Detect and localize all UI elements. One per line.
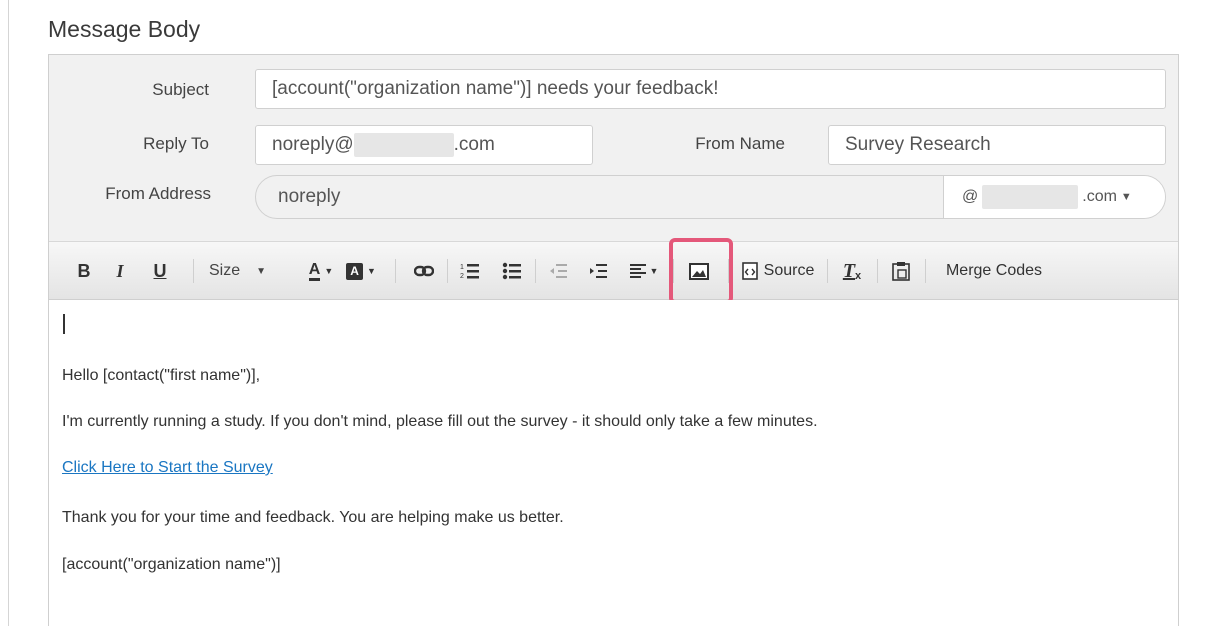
background-color-icon: A xyxy=(346,262,364,280)
caret-down-icon: ▼ xyxy=(649,266,659,276)
message-body-panel: Subject [account("organization name")] n… xyxy=(48,54,1179,626)
section-title: Message Body xyxy=(48,16,201,42)
svg-text:2: 2 xyxy=(460,273,464,280)
greeting-line: Hello [contact("first name")], xyxy=(62,367,261,384)
text-color-button[interactable]: A ▼ xyxy=(301,257,341,285)
from-address-input[interactable]: noreply xyxy=(256,176,943,218)
survey-link[interactable]: Click Here to Start the Survey xyxy=(62,459,273,477)
toolbar-separator xyxy=(395,259,396,283)
thanks-line: Thank you for your time and feedback. Yo… xyxy=(62,509,564,526)
remove-format-icon[interactable]: Tx xyxy=(839,257,865,285)
text-cursor xyxy=(63,314,65,334)
caret-down-icon: ▼ xyxy=(324,266,334,276)
toolbar-separator xyxy=(925,259,926,283)
subject-value: [account("organization name")] needs you… xyxy=(272,78,719,99)
align-left-icon xyxy=(629,264,646,278)
italic-button[interactable]: I xyxy=(109,257,131,285)
reply-to-input[interactable]: noreply@ .com xyxy=(255,125,593,165)
signature-line: [account("organization name")] xyxy=(62,556,281,573)
header-fields: Subject [account("organization name")] n… xyxy=(49,55,1178,242)
size-label: Size xyxy=(209,262,241,279)
redacted-domain xyxy=(982,185,1079,209)
subject-label: Subject xyxy=(152,80,209,99)
link-icon[interactable] xyxy=(409,257,439,285)
caret-down-icon: ▼ xyxy=(367,266,376,276)
source-label: Source xyxy=(763,262,815,279)
size-dropdown[interactable]: Size ▼ xyxy=(209,257,289,285)
bold-button[interactable]: B xyxy=(73,257,95,285)
redacted-domain xyxy=(353,133,454,157)
toolbar-separator xyxy=(193,259,194,283)
text-color-icon: A xyxy=(308,261,321,281)
domain-suffix: .com xyxy=(1082,188,1117,205)
toolbar-separator xyxy=(827,259,828,283)
from-address-value: noreply xyxy=(278,186,341,207)
source-button[interactable]: Source xyxy=(735,257,821,285)
bulleted-list-icon[interactable] xyxy=(497,257,527,285)
outdent-icon[interactable] xyxy=(543,257,573,285)
image-button-highlight xyxy=(669,238,733,304)
from-name-input[interactable]: Survey Research xyxy=(828,125,1166,165)
merge-codes-button[interactable]: Merge Codes xyxy=(937,257,1051,285)
toolbar-separator xyxy=(535,259,536,283)
domain-select[interactable]: @ .com ▼ xyxy=(943,176,1165,218)
background-color-button[interactable]: A ▼ xyxy=(341,257,381,285)
underline-button[interactable]: U xyxy=(149,257,171,285)
subject-input[interactable]: [account("organization name")] needs you… xyxy=(255,69,1166,109)
align-dropdown[interactable]: ▼ xyxy=(623,257,665,285)
svg-text:1: 1 xyxy=(460,264,464,271)
from-name-label: From Name xyxy=(695,134,785,153)
reply-to-suffix: .com xyxy=(453,134,495,155)
toolbar-separator xyxy=(877,259,878,283)
caret-down-icon: ▼ xyxy=(256,265,267,277)
indent-icon[interactable] xyxy=(583,257,613,285)
domain-at: @ xyxy=(962,188,979,205)
paste-icon[interactable] xyxy=(887,257,915,285)
toolbar-separator xyxy=(447,259,448,283)
caret-down-icon: ▼ xyxy=(1120,191,1132,203)
numbered-list-icon[interactable]: 12 xyxy=(455,257,485,285)
left-divider xyxy=(8,0,9,626)
body-line: I'm currently running a study. If you do… xyxy=(62,413,818,430)
from-address-group: noreply @ .com ▼ xyxy=(255,175,1166,219)
editor-toolbar: B I U Size ▼ A ▼ A ▼ 12 ▼ Source T x Mer… xyxy=(49,242,1178,300)
reply-to-label: Reply To xyxy=(143,134,209,153)
source-icon xyxy=(741,262,758,280)
message-editor[interactable]: Hello [contact("first name")], I'm curre… xyxy=(49,300,1178,626)
from-name-value: Survey Research xyxy=(845,134,991,155)
from-address-label: From Address xyxy=(105,184,211,203)
reply-to-prefix: noreply@ xyxy=(272,134,354,155)
